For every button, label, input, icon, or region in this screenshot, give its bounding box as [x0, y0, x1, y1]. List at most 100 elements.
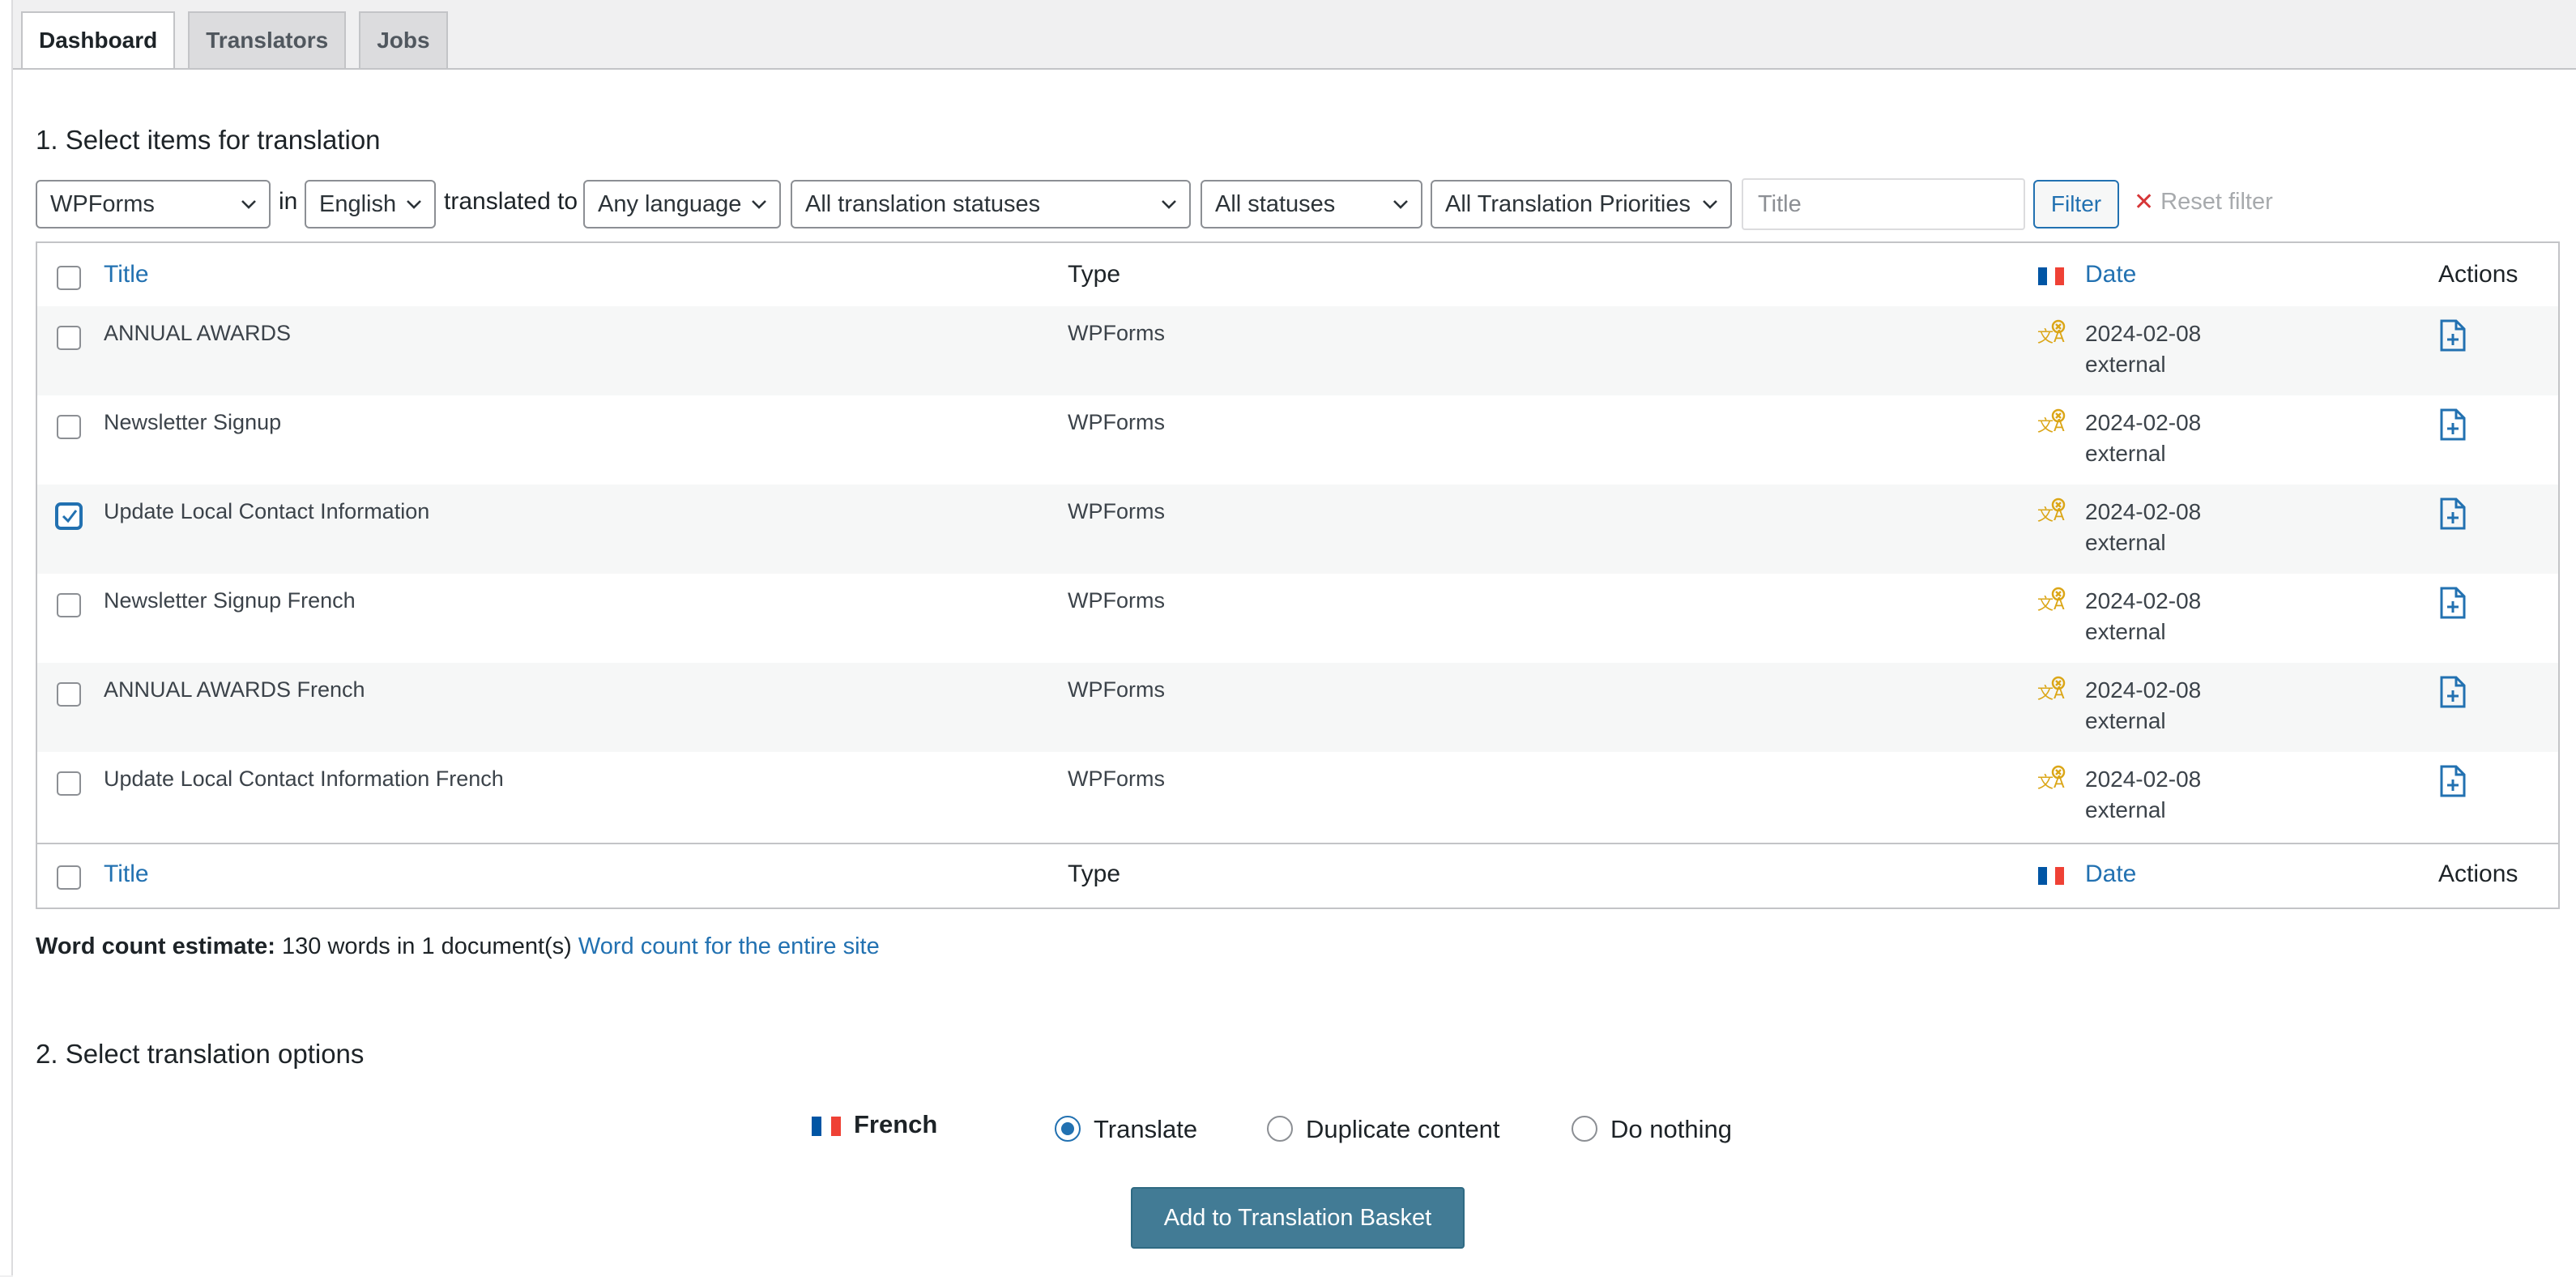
items-table: Title Type Date Actions ANNUAL AWARDS WP… — [36, 241, 2560, 909]
row-date: 2024-02-08 — [2085, 767, 2202, 792]
option-language-label: French — [854, 1110, 938, 1138]
in-label: in — [279, 188, 298, 215]
word-count-value: 130 words in 1 document(s) — [282, 933, 572, 959]
add-document-icon[interactable] — [2438, 676, 2467, 708]
chevron-down-icon — [1162, 200, 1176, 209]
french-flag-icon — [812, 1117, 841, 1136]
title-column-footer[interactable]: Title — [104, 861, 149, 888]
translation-status-select[interactable]: All translation statuses — [791, 180, 1191, 228]
duplicate-content-radio[interactable] — [1267, 1116, 1293, 1142]
add-document-icon[interactable] — [2438, 765, 2467, 797]
row-checkbox[interactable] — [57, 326, 81, 350]
add-document-icon[interactable] — [2438, 587, 2467, 619]
row-date: 2024-02-08 — [2085, 677, 2202, 703]
svg-text:文A: 文A — [2037, 416, 2065, 435]
row-source: external — [2085, 441, 2166, 466]
do-nothing-radio[interactable] — [1572, 1116, 1597, 1142]
translation-needed-icon: 文A — [2037, 408, 2066, 435]
svg-text:文A: 文A — [2037, 683, 2065, 703]
filter-button[interactable]: Filter — [2033, 180, 2119, 228]
add-to-translation-basket-button[interactable]: Add to Translation Basket — [1131, 1187, 1465, 1249]
row-checkbox[interactable] — [57, 504, 81, 528]
word-count-label: Word count estimate: — [36, 933, 275, 959]
translation-status-value: All translation statuses — [805, 190, 1041, 217]
status-select[interactable]: All statuses — [1201, 180, 1422, 228]
row-source: external — [2085, 530, 2166, 555]
row-checkbox[interactable] — [57, 415, 81, 439]
table-footer: Title Type Date Actions — [37, 843, 2558, 908]
tab-bar: Dashboard Translators Jobs — [21, 11, 448, 70]
actions-column-footer: Actions — [2438, 861, 2518, 887]
date-column-footer[interactable]: Date — [2085, 861, 2136, 888]
word-count-entire-site-link[interactable]: Word count for the entire site — [578, 933, 880, 959]
row-source: external — [2085, 797, 2166, 822]
svg-text:文A: 文A — [2037, 594, 2065, 613]
source-language-select[interactable]: English — [305, 180, 436, 228]
select-all-checkbox[interactable] — [57, 266, 81, 290]
title-search-placeholder: Title — [1758, 190, 1802, 217]
row-type: WPForms — [1068, 410, 1165, 434]
checkmark-icon — [62, 510, 78, 523]
row-checkbox[interactable] — [57, 771, 81, 796]
tab-jobs[interactable]: Jobs — [359, 11, 448, 68]
add-document-icon[interactable] — [2438, 408, 2467, 441]
translation-needed-icon: 文A — [2037, 319, 2066, 346]
row-type: WPForms — [1068, 499, 1165, 523]
type-column-header: Type — [1068, 261, 1121, 288]
tab-dashboard[interactable]: Dashboard — [21, 11, 176, 70]
table-header: Title Type Date Actions — [37, 243, 2558, 308]
french-flag-icon — [2038, 867, 2065, 885]
row-date: 2024-02-08 — [2085, 499, 2202, 524]
translation-needed-icon: 文A — [2037, 765, 2066, 792]
add-document-icon[interactable] — [2438, 498, 2467, 530]
chevron-down-icon — [1393, 200, 1408, 209]
actions-column-header: Actions — [2438, 261, 2518, 288]
row-date: 2024-02-08 — [2085, 588, 2202, 613]
type-column-footer: Type — [1068, 861, 1121, 887]
row-title: Update Local Contact Information — [104, 499, 430, 523]
table-row: ANNUAL AWARDS French WPForms 文A 2024-02-… — [37, 663, 2558, 752]
target-language-select[interactable]: Any language — [583, 180, 781, 228]
add-document-icon[interactable] — [2438, 319, 2467, 352]
do-nothing-radio-label[interactable]: Do nothing — [1610, 1115, 1732, 1144]
svg-text:文A: 文A — [2037, 505, 2065, 524]
type-select-value: WPForms — [50, 190, 155, 217]
tab-translators[interactable]: Translators — [188, 11, 347, 68]
row-type: WPForms — [1068, 767, 1165, 791]
french-flag-icon — [2038, 267, 2065, 285]
row-source: external — [2085, 708, 2166, 733]
chevron-down-icon — [241, 200, 256, 209]
translate-radio-label[interactable]: Translate — [1094, 1115, 1197, 1144]
row-title: Newsletter Signup — [104, 410, 282, 434]
title-search-input[interactable]: Title — [1742, 178, 2025, 230]
source-language-value: English — [319, 190, 397, 217]
select-all-checkbox-footer[interactable] — [57, 865, 81, 890]
reset-filter-label: Reset filter — [2160, 189, 2273, 215]
section-translation-options-title: 2. Select translation options — [36, 1039, 365, 1069]
row-checkbox[interactable] — [57, 593, 81, 617]
row-source: external — [2085, 352, 2166, 377]
row-title: ANNUAL AWARDS — [104, 321, 292, 345]
translated-to-label: translated to — [444, 188, 578, 215]
translate-radio[interactable] — [1055, 1116, 1081, 1142]
chevron-down-icon — [1703, 200, 1717, 209]
duplicate-content-radio-label[interactable]: Duplicate content — [1306, 1115, 1500, 1144]
reset-filter-link[interactable]: ✕ Reset filter — [2134, 188, 2273, 216]
priority-select-value: All Translation Priorities — [1445, 190, 1691, 217]
date-column-header[interactable]: Date — [2085, 261, 2136, 288]
translation-needed-icon: 文A — [2037, 498, 2066, 524]
status-select-value: All statuses — [1215, 190, 1336, 217]
priority-select[interactable]: All Translation Priorities — [1431, 180, 1732, 228]
translation-needed-icon: 文A — [2037, 587, 2066, 613]
close-icon: ✕ — [2134, 189, 2155, 216]
row-type: WPForms — [1068, 588, 1165, 613]
chevron-down-icon — [752, 200, 766, 209]
svg-text:文A: 文A — [2037, 327, 2065, 346]
type-select[interactable]: WPForms — [36, 180, 271, 228]
table-row: ANNUAL AWARDS WPForms 文A 2024-02-08 exte… — [37, 306, 2558, 395]
row-checkbox[interactable] — [57, 682, 81, 707]
table-row: Newsletter Signup French WPForms 文A 2024… — [37, 574, 2558, 663]
row-title: Update Local Contact Information French — [104, 767, 504, 791]
title-column-header[interactable]: Title — [104, 261, 149, 288]
svg-text:文A: 文A — [2037, 772, 2065, 792]
